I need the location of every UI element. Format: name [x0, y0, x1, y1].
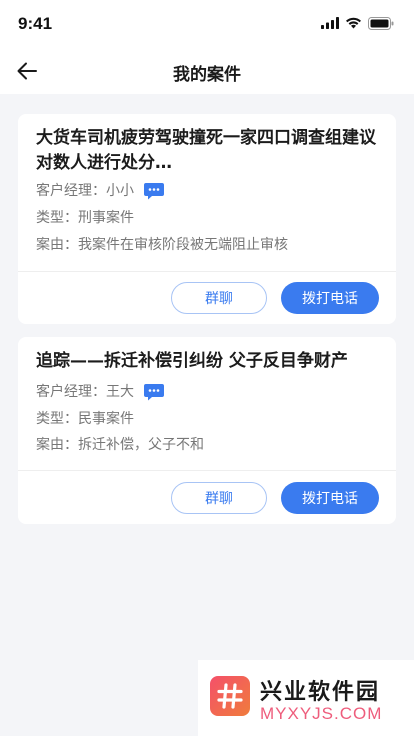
- watermark-url: MYXYJS.COM: [260, 704, 383, 723]
- case-manager-row: 客户经理： 王大: [36, 382, 382, 402]
- case-reason: 我案件在审核阶段被无端阻止审核: [78, 237, 288, 253]
- case-manager-row: 客户经理： 小小: [36, 181, 382, 201]
- case-type: 民事案件: [78, 411, 134, 427]
- group-chat-button[interactable]: 群聊: [171, 482, 267, 514]
- signal-icon: [321, 17, 339, 29]
- divider: [18, 470, 396, 471]
- status-time: 9:41: [18, 14, 53, 33]
- watermark-logo-icon: [210, 676, 250, 716]
- case-title: 追踪——拆迁补偿引纠纷 父子反目争财产: [36, 351, 348, 371]
- status-bar: 9:41: [0, 0, 414, 48]
- page-title: 我的案件: [173, 65, 241, 85]
- case-reason-row: 案由： 我案件在审核阶段被无端阻止审核: [36, 235, 382, 255]
- case-manager-label: 客户经理：: [36, 384, 106, 400]
- hash-icon: [217, 683, 243, 709]
- case-reason-label: 案由：: [36, 237, 78, 253]
- case-manager-name: 王大: [106, 384, 134, 400]
- case-reason-row: 案由： 拆迁补偿，父子不和: [36, 435, 382, 455]
- case-type-row: 类型： 民事案件: [36, 409, 382, 429]
- case-type-row: 类型： 刑事案件: [36, 208, 382, 228]
- chat-icon[interactable]: [144, 182, 164, 200]
- case-manager-name: 小小: [106, 183, 134, 199]
- watermark-name: 兴业软件园: [260, 680, 381, 705]
- case-manager-label: 客户经理：: [36, 183, 106, 199]
- case-type-label: 类型：: [36, 411, 78, 427]
- call-button[interactable]: 拨打电话: [281, 482, 379, 514]
- case-card[interactable]: 大货车司机疲劳驾驶撞死一家四口调查组建议对数人进行处分… 客户经理： 小小 类型…: [18, 114, 396, 324]
- case-title: 大货车司机疲劳驾驶撞死一家四口调查组建议对数人进行处分…: [36, 128, 376, 173]
- call-button[interactable]: 拨打电话: [281, 282, 379, 314]
- battery-icon: [368, 16, 394, 30]
- case-reason-label: 案由：: [36, 437, 78, 453]
- nav-bar: 我的案件: [0, 48, 414, 94]
- case-reason: 拆迁补偿，父子不和: [78, 437, 204, 453]
- watermark: 兴业软件园 MYXYJS.COM: [198, 660, 414, 736]
- status-icons: [321, 16, 394, 30]
- case-type-label: 类型：: [36, 210, 78, 226]
- group-chat-button[interactable]: 群聊: [171, 282, 267, 314]
- chat-icon[interactable]: [144, 383, 164, 401]
- wifi-icon: [346, 17, 361, 29]
- divider: [18, 271, 396, 272]
- case-card[interactable]: 追踪——拆迁补偿引纠纷 父子反目争财产 客户经理： 王大 类型： 民事案件 案由…: [18, 337, 396, 524]
- case-type: 刑事案件: [78, 210, 134, 226]
